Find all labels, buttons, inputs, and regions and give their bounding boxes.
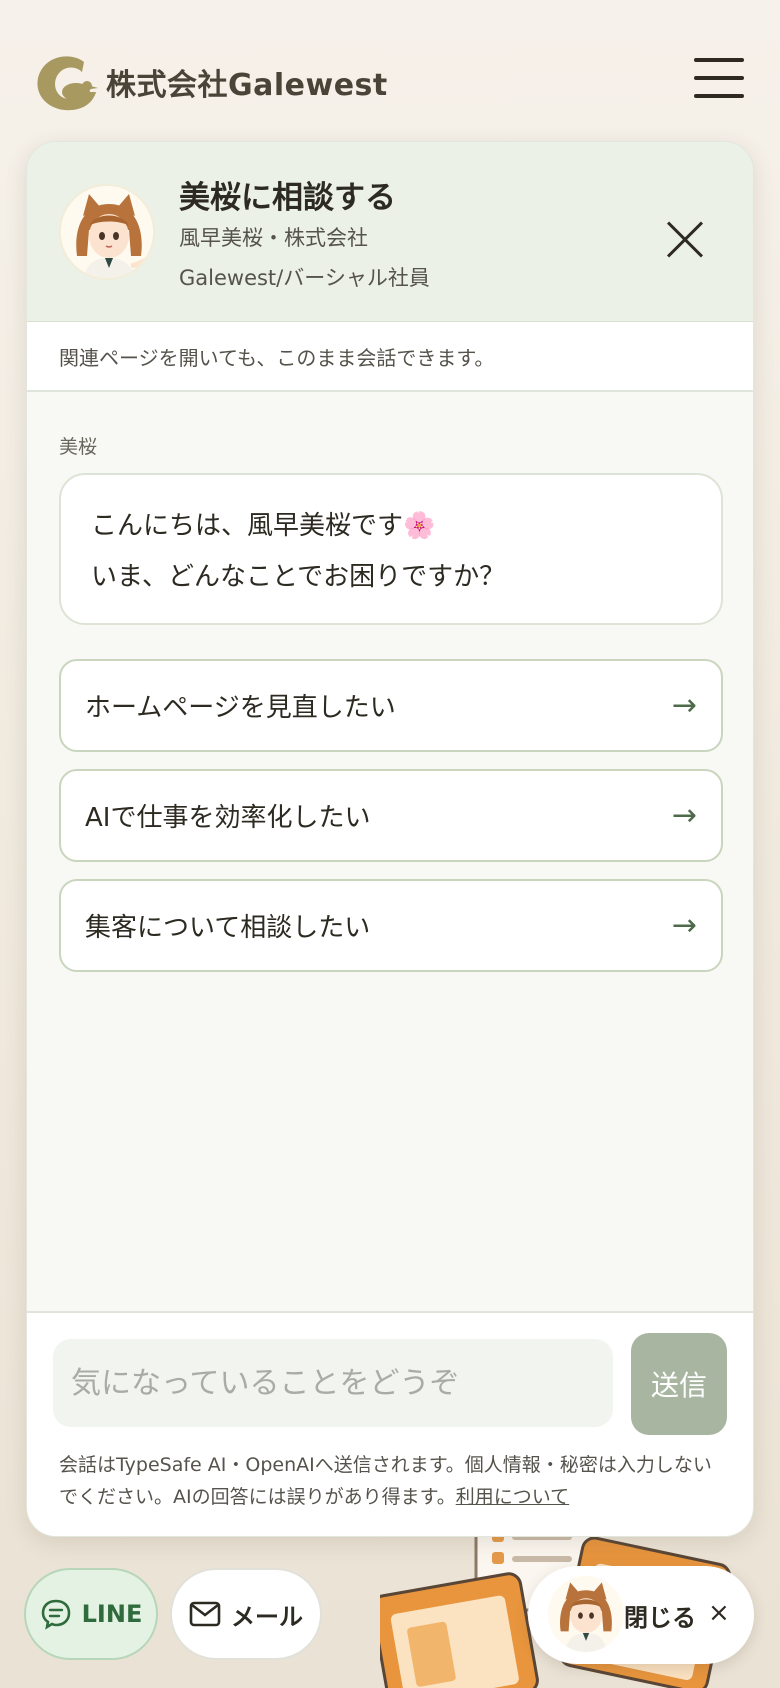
character-avatar-icon	[548, 1576, 624, 1652]
company-name: 株式会社Galewest	[106, 68, 388, 103]
send-button[interactable]: 送信	[631, 1333, 727, 1435]
mail-label: メール	[231, 1602, 303, 1631]
menu-bar-icon	[694, 94, 744, 98]
message-input[interactable]	[53, 1339, 613, 1427]
mail-icon	[189, 1601, 221, 1627]
mail-button[interactable]: メール	[170, 1568, 322, 1660]
arrow-right-icon: →	[671, 798, 697, 833]
close-label: 閉じる	[624, 1604, 696, 1632]
suggestion-label: 集客について相談したい	[85, 913, 371, 943]
chat-title: 美桜に相談する	[179, 180, 396, 216]
suggestion-label: AIで仕事を効率化したい	[85, 803, 371, 833]
avatar	[59, 184, 155, 280]
chat-panel: 美桜に相談する 風早美桜・株式会社 Galewest/バーシャル社員 関連ページ…	[26, 141, 754, 1537]
company-logo[interactable]: 株式会社Galewest	[32, 48, 388, 116]
line-button[interactable]: LINE	[24, 1568, 158, 1660]
suggestion-marketing-button[interactable]: 集客について相談したい →	[59, 879, 723, 972]
character-avatar-icon	[61, 186, 153, 278]
chat-bubble-icon	[41, 1599, 70, 1630]
close-chat-pill-button[interactable]: 閉じる ×	[528, 1566, 754, 1664]
menu-bar-icon	[694, 58, 744, 62]
agent-subtitle: Galewest/バーシャル社員	[179, 266, 430, 290]
disclaimer: 会話はTypeSafe AI・OpenAIへ送信されます。個人情報・秘密は入力し…	[59, 1449, 729, 1513]
notice-bar: 関連ページを開いても、このまま会話できます。	[27, 322, 753, 392]
menu-button[interactable]	[694, 58, 744, 98]
message-text: いま、どんなことでお困りですか？	[91, 562, 506, 592]
message-bubble: こんにちは、風早美桜です🌸 いま、どんなことでお困りですか？	[59, 473, 723, 625]
arrow-right-icon: →	[671, 688, 697, 723]
logo-mark-icon	[37, 56, 98, 111]
suggestion-homepage-button[interactable]: ホームページを見直したい →	[59, 659, 723, 752]
suggestion-ai-button[interactable]: AIで仕事を効率化したい →	[59, 769, 723, 862]
line-label: LINE	[81, 1600, 143, 1628]
avatar	[548, 1576, 624, 1652]
sender-name: 美桜	[59, 436, 98, 458]
terms-link[interactable]: 利用について	[456, 1486, 569, 1508]
agent-subtitle: 風早美桜・株式会社	[179, 226, 368, 250]
suggestion-label: ホームページを見直したい	[85, 693, 396, 723]
close-chat-button[interactable]	[665, 220, 705, 260]
chat-header: 美桜に相談する 風早美桜・株式会社 Galewest/バーシャル社員	[27, 142, 753, 322]
message-composer: 送信 会話はTypeSafe AI・OpenAIへ送信されます。個人情報・秘密は…	[27, 1311, 753, 1536]
arrow-right-icon: →	[671, 908, 697, 943]
close-icon: ×	[708, 1598, 730, 1628]
disclaimer-text: 会話はTypeSafe AI・OpenAIへ送信されます。個人情報・秘密は入力し…	[59, 1454, 712, 1508]
site-header: 株式会社Galewest	[32, 40, 748, 120]
menu-bar-icon	[694, 76, 744, 80]
message-text: こんにちは、風早美桜です🌸	[91, 511, 436, 541]
